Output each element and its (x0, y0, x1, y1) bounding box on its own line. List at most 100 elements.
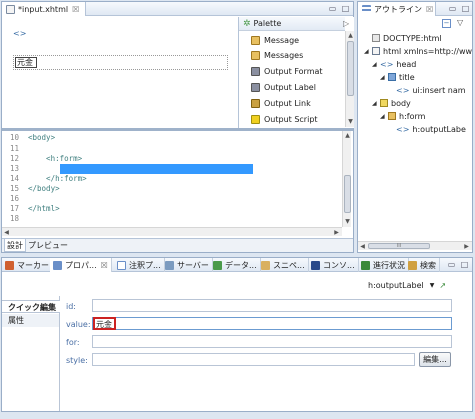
tab-input-xhtml[interactable]: *input.xhtml ☒ (2, 2, 86, 16)
palette-scroll-thumb[interactable] (347, 41, 354, 96)
outline-item-html[interactable]: ◢ html xmlns=http://ww (364, 45, 472, 57)
outline-item-h-form[interactable]: ◢ h:form (380, 110, 425, 122)
palette-item-label: Message (264, 35, 300, 45)
value-field[interactable]: 元金 (92, 317, 452, 330)
element-selector[interactable]: h:outputLabel ▼ ↗ (368, 279, 446, 291)
scroll-left-icon[interactable]: ◀ (2, 228, 11, 237)
close-icon[interactable]: ☒ (101, 261, 108, 270)
maximize-icon[interactable]: □ (341, 4, 350, 13)
palette-item-message[interactable]: Message (251, 33, 299, 47)
minimize-icon[interactable]: ▭ (447, 260, 456, 269)
palette-item-output-format[interactable]: Output Format (251, 64, 323, 78)
expanded-icon[interactable]: ◢ (380, 113, 388, 120)
code-text: <h:form> (28, 154, 83, 163)
palette-item-messages[interactable]: Messages (251, 48, 303, 62)
code-text: </h:form> (28, 174, 87, 183)
tab-annotations[interactable]: 注釈プ... (114, 258, 165, 272)
maximize-icon[interactable]: □ (460, 260, 469, 269)
tab-servers[interactable]: サーバー (162, 258, 213, 272)
source-scrollbar[interactable]: ▲ ▼ (342, 131, 351, 227)
scroll-left-icon[interactable]: ◀ (358, 242, 367, 251)
design-form-box[interactable]: 元金 (13, 55, 228, 70)
tab-quick-edit[interactable]: クイック編集 (2, 300, 60, 313)
for-field[interactable] (92, 335, 452, 348)
edit-button[interactable]: 編集... (419, 352, 451, 367)
design-area: <> 元金 (2, 17, 238, 127)
outline-item-head[interactable]: ◢ <> head (372, 58, 416, 70)
outline-icon (362, 4, 371, 14)
code-line: 14 </h:form> (10, 174, 87, 183)
maximize-icon[interactable]: □ (461, 4, 470, 13)
outline-scroll-thumb[interactable]: III (368, 243, 430, 249)
code-line: 10 <body> (10, 133, 56, 142)
expanded-icon[interactable]: ◢ (364, 48, 372, 55)
tab-progress[interactable]: 進行状況 (358, 258, 409, 272)
expanded-icon[interactable]: ◢ (372, 61, 380, 68)
properties-icon (53, 260, 62, 270)
palette-title: Palette (253, 19, 282, 28)
id-field[interactable] (92, 299, 452, 312)
palette-icon: ✲ (243, 18, 251, 29)
outline-item-title[interactable]: ◢ title (380, 71, 415, 83)
outline-item-body[interactable]: ◢ body (372, 97, 411, 109)
design-output-label[interactable]: 元金 (15, 57, 37, 68)
design-tag-marker: <> (13, 29, 27, 38)
view-menu-icon[interactable]: ▽ (457, 18, 463, 27)
source-editor[interactable]: 10 <body> 11 12 <h:form> 13 <h:outputLabe… (2, 131, 353, 237)
console-icon (311, 260, 320, 270)
source-hscrollbar[interactable]: ◀ ▶ (2, 227, 342, 236)
palette-item-output-script[interactable]: Output Script (251, 112, 318, 126)
outline-item-ui-insert[interactable]: <> ui:insert nam (396, 84, 466, 96)
expanded-icon[interactable]: ◢ (372, 100, 380, 107)
editor-mode-tabs: 設計 プレビュー (2, 238, 353, 252)
close-icon[interactable]: ☒ (426, 5, 433, 14)
scroll-right-icon[interactable]: ▶ (332, 228, 341, 237)
outline-item-h-outputlabel[interactable]: <> h:outputLabe (396, 123, 466, 135)
markers-icon (5, 260, 14, 270)
code-line: 16 (10, 194, 20, 203)
id-label: id: (66, 302, 76, 311)
minimize-icon[interactable]: ▭ (328, 4, 337, 13)
tab-outline[interactable]: アウトライン ☒ (358, 2, 436, 16)
chevron-down-icon[interactable]: ▼ (430, 282, 435, 289)
open-icon[interactable]: ↗ (439, 281, 446, 290)
palette-item-label: Output Link (264, 98, 311, 108)
tab-preview[interactable]: プレビュー (26, 239, 70, 252)
outline-hscrollbar[interactable]: ◀ III ▶ (358, 241, 472, 250)
palette-item-output-label[interactable]: Output Label (251, 80, 316, 94)
tab-design[interactable]: 設計 (4, 239, 26, 252)
tab-console[interactable]: コンソ... (308, 258, 359, 272)
tab-properties[interactable]: プロパ... ☒ (50, 258, 112, 272)
tag-icon: <> (396, 85, 410, 95)
editor-tabbar: *input.xhtml ☒ ▭ □ (2, 2, 353, 16)
tab-attributes[interactable]: 属性 (2, 314, 59, 327)
collapse-all-icon[interactable]: − (442, 19, 451, 28)
tab-snippets[interactable]: スニペ... (258, 258, 309, 272)
message-icon (251, 35, 260, 45)
palette-collapse-icon[interactable]: ▷ (343, 19, 349, 28)
outline-item-doctype[interactable]: DOCTYPE:html (364, 32, 442, 44)
scroll-up-icon[interactable]: ▲ (346, 31, 355, 40)
progress-icon (361, 260, 370, 270)
palette-scrollbar[interactable]: ▲ ▼ (345, 31, 354, 127)
scroll-up-icon[interactable]: ▲ (343, 131, 352, 140)
value-label: value: (66, 320, 91, 329)
source-scroll-thumb[interactable] (344, 175, 351, 213)
expanded-icon[interactable]: ◢ (380, 74, 388, 81)
minimize-icon[interactable]: ▭ (448, 4, 457, 13)
palette-item-label: Messages (264, 50, 304, 60)
tab-data[interactable]: データ... (210, 258, 261, 272)
scroll-right-icon[interactable]: ▶ (462, 242, 471, 251)
tab-search[interactable]: 検索 (405, 258, 440, 272)
close-icon[interactable]: ☒ (72, 5, 79, 14)
tab-markers[interactable]: マーカー (2, 258, 53, 272)
palette-item-output-link[interactable]: Output Link (251, 96, 311, 110)
server-icon (165, 260, 174, 270)
palette-item-label: Output Script (264, 114, 318, 124)
scroll-down-icon[interactable]: ▼ (343, 217, 352, 226)
scroll-down-icon[interactable]: ▼ (346, 117, 355, 126)
style-field[interactable] (92, 353, 415, 366)
editor-tab-title: *input.xhtml (18, 4, 69, 14)
code-line: 12 <h:form> (10, 154, 83, 163)
tag-icon: <> (380, 59, 394, 69)
